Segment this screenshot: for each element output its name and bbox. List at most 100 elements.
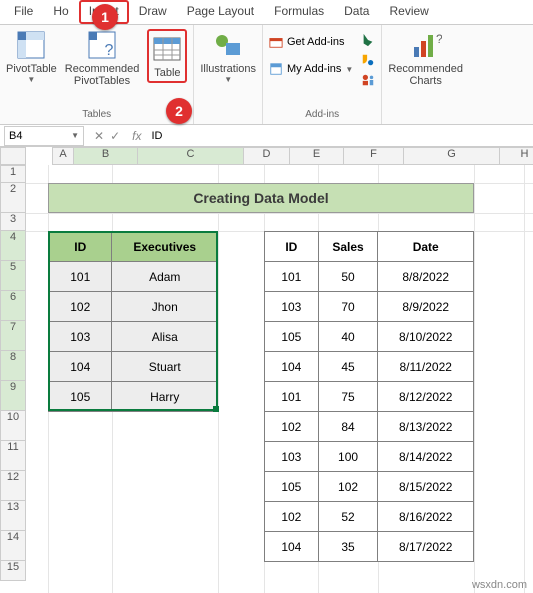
- recommended-charts-button[interactable]: ? Recommended Charts: [388, 29, 463, 87]
- formula-input[interactable]: [147, 128, 533, 144]
- name-box[interactable]: B4 ▼: [4, 126, 84, 146]
- table-cell[interactable]: 70: [318, 292, 378, 322]
- table-cell[interactable]: 103: [265, 442, 319, 472]
- select-all-corner[interactable]: [0, 147, 26, 165]
- row-header[interactable]: 7: [0, 321, 26, 351]
- row-header[interactable]: 3: [0, 213, 26, 231]
- row-header[interactable]: 12: [0, 471, 26, 501]
- table-cell[interactable]: 104: [265, 352, 319, 382]
- people-graph-icon[interactable]: [361, 73, 375, 87]
- table-cell[interactable]: 103: [49, 322, 112, 352]
- table-cell[interactable]: 52: [318, 502, 378, 532]
- illustrations-icon: [212, 29, 244, 61]
- col-header[interactable]: E: [290, 147, 344, 165]
- table-cell[interactable]: 8/16/2022: [378, 502, 474, 532]
- table-cell[interactable]: Stuart: [112, 352, 218, 382]
- menu-draw[interactable]: Draw: [129, 0, 177, 24]
- col-header[interactable]: D: [244, 147, 290, 165]
- fx-icon[interactable]: fx: [126, 129, 147, 143]
- table-cell[interactable]: 40: [318, 322, 378, 352]
- menu-file[interactable]: File: [4, 0, 43, 24]
- row-header[interactable]: 5: [0, 261, 26, 291]
- row-header[interactable]: 4: [0, 231, 26, 261]
- menu-review[interactable]: Review: [379, 0, 438, 24]
- enter-icon[interactable]: ✓: [110, 129, 120, 143]
- cancel-icon[interactable]: ✕: [94, 129, 104, 143]
- table-cell[interactable]: 102: [265, 502, 319, 532]
- table-cell[interactable]: 45: [318, 352, 378, 382]
- bing-icon[interactable]: [361, 53, 375, 67]
- table-cell[interactable]: 104: [49, 352, 112, 382]
- table-cell[interactable]: Jhon: [112, 292, 218, 322]
- get-addins-label: Get Add-ins: [287, 36, 344, 48]
- table-cell[interactable]: 8/9/2022: [378, 292, 474, 322]
- recommended-charts-label: Recommended Charts: [388, 63, 463, 87]
- table-cell[interactable]: 100: [318, 442, 378, 472]
- get-addins-button[interactable]: Get Add-ins: [269, 35, 353, 49]
- illustrations-button[interactable]: Illustrations ▼: [200, 29, 256, 84]
- table-cell[interactable]: 104: [265, 532, 319, 562]
- watermark-text: wsxdn.com: [472, 579, 527, 591]
- table-cell[interactable]: 8/17/2022: [378, 532, 474, 562]
- table-cell[interactable]: 105: [49, 382, 112, 412]
- table-cell[interactable]: 101: [265, 262, 319, 292]
- table-cell[interactable]: Adam: [112, 262, 218, 292]
- table-cell[interactable]: 50: [318, 262, 378, 292]
- chevron-down-icon: ▼: [27, 75, 35, 84]
- row-header[interactable]: 13: [0, 501, 26, 531]
- table-button[interactable]: Table: [147, 29, 187, 83]
- table-header: ID: [265, 232, 319, 262]
- row-header[interactable]: 14: [0, 531, 26, 561]
- menu-page-layout[interactable]: Page Layout: [177, 0, 264, 24]
- col-header[interactable]: G: [404, 147, 500, 165]
- table-cell[interactable]: 105: [265, 472, 319, 502]
- row-header[interactable]: 2: [0, 183, 26, 213]
- col-header[interactable]: C: [138, 147, 244, 165]
- table-cell[interactable]: 102: [265, 412, 319, 442]
- table-cell[interactable]: 101: [49, 262, 112, 292]
- menu-bar: File Ho Insert Draw Page Layout Formulas…: [0, 0, 533, 25]
- row-header[interactable]: 8: [0, 351, 26, 381]
- bing-maps-icon[interactable]: [361, 33, 375, 47]
- table-cell[interactable]: 103: [265, 292, 319, 322]
- table-cell[interactable]: 8/14/2022: [378, 442, 474, 472]
- menu-home[interactable]: Ho: [43, 0, 78, 24]
- table-cell[interactable]: 8/11/2022: [378, 352, 474, 382]
- table-cell[interactable]: 35: [318, 532, 378, 562]
- table-cell[interactable]: 8/15/2022: [378, 472, 474, 502]
- recommended-pivottables-button[interactable]: ? Recommended PivotTables: [65, 29, 140, 87]
- table-cell[interactable]: 8/13/2022: [378, 412, 474, 442]
- pivottable-button[interactable]: PivotTable ▼: [6, 29, 57, 84]
- ribbon: PivotTable ▼ ? Recommended PivotTables T…: [0, 25, 533, 125]
- row-header[interactable]: 9: [0, 381, 26, 411]
- illustrations-spacer: [227, 109, 230, 122]
- table-cell[interactable]: 8/10/2022: [378, 322, 474, 352]
- menu-formulas[interactable]: Formulas: [264, 0, 334, 24]
- my-addins-button[interactable]: My Add-ins ▼: [269, 62, 353, 76]
- table-cell[interactable]: Alisa: [112, 322, 218, 352]
- table-label: Table: [154, 67, 180, 79]
- row-header[interactable]: 6: [0, 291, 26, 321]
- menu-data[interactable]: Data: [334, 0, 379, 24]
- worksheet-grid[interactable]: A B C D E F G H 1 2 3 4 5 6 7 8 9 10 11 …: [0, 147, 533, 593]
- table-cell[interactable]: 75: [318, 382, 378, 412]
- col-header[interactable]: B: [74, 147, 138, 165]
- row-header[interactable]: 11: [0, 441, 26, 471]
- table-cell[interactable]: 102: [49, 292, 112, 322]
- table-cell[interactable]: 84: [318, 412, 378, 442]
- addins-group-label: Add-ins: [305, 109, 339, 122]
- row-header[interactable]: 1: [0, 165, 26, 183]
- table-cell[interactable]: 8/12/2022: [378, 382, 474, 412]
- table-cell[interactable]: 101: [265, 382, 319, 412]
- chevron-down-icon[interactable]: ▼: [71, 131, 79, 140]
- row-header[interactable]: 15: [0, 561, 26, 581]
- col-header[interactable]: H: [500, 147, 533, 165]
- table-cell[interactable]: 105: [265, 322, 319, 352]
- table-cell[interactable]: 102: [318, 472, 378, 502]
- table-cell[interactable]: 8/8/2022: [378, 262, 474, 292]
- table-cell[interactable]: Harry: [112, 382, 218, 412]
- row-header[interactable]: 10: [0, 411, 26, 441]
- col-header[interactable]: A: [52, 147, 74, 165]
- col-header[interactable]: F: [344, 147, 404, 165]
- page-title: Creating Data Model: [48, 183, 474, 213]
